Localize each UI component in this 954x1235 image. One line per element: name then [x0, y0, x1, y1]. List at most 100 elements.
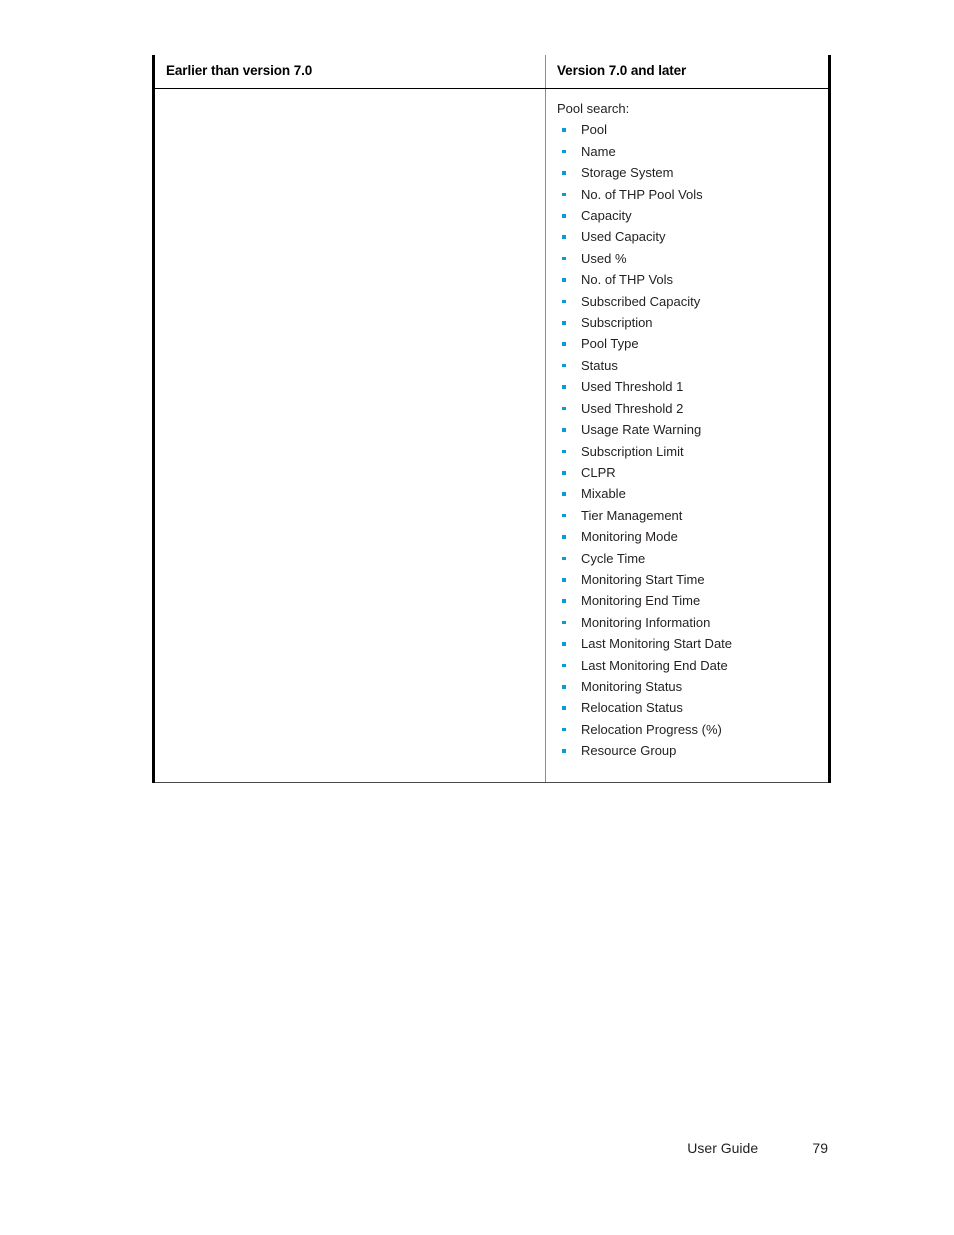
- bullet-icon: [562, 321, 566, 325]
- list-item: Capacity: [557, 205, 818, 226]
- list-item-label: Subscription: [581, 315, 653, 331]
- list-item: Usage Rate Warning: [557, 419, 818, 440]
- list-item: Monitoring Mode: [557, 526, 818, 547]
- pool-search-attribute-list: Pool Name Storage System No. of THP Pool Vo…: [557, 119, 818, 761]
- list-item-label: Used Capacity: [581, 229, 666, 245]
- list-item-label: Pool: [581, 122, 608, 138]
- list-item-label: Status: [581, 357, 618, 373]
- bullet-icon: [562, 599, 566, 603]
- list-item-label: Pool Type: [581, 336, 639, 352]
- bullet-icon: [562, 535, 566, 539]
- bullet-icon: [562, 577, 566, 582]
- list-item: No. of THP Pool Vols: [557, 184, 818, 205]
- list-item-label: Storage System: [581, 165, 674, 181]
- column-header-earlier-version: Earlier than version 7.0: [152, 55, 546, 89]
- bullet-icon: [562, 428, 566, 432]
- list-item-label: Capacity: [581, 208, 632, 224]
- bullet-icon: [562, 192, 566, 197]
- bullet-icon: [562, 642, 566, 646]
- list-item: Used Threshold 1: [557, 376, 818, 397]
- list-item-label: Used Threshold 2: [581, 400, 684, 416]
- list-item: Tier Management: [557, 505, 818, 526]
- list-item: Monitoring Information: [557, 612, 818, 633]
- list-item-label: Usage Rate Warning: [581, 422, 702, 438]
- list-item: Last Monitoring End Date: [557, 655, 818, 676]
- table-row: Pool search: Pool Name Storage System No. o…: [152, 88, 831, 783]
- list-item-label: Relocation Status: [581, 700, 683, 716]
- list-item-label: CLPR: [581, 464, 616, 480]
- page-footer: User Guide 79: [0, 1140, 828, 1156]
- list-item-label: Mixable: [581, 486, 626, 502]
- list-item: Last Monitoring Start Date: [557, 633, 818, 654]
- list-item: Pool: [557, 119, 818, 140]
- bullet-icon: [562, 385, 566, 389]
- list-item-label: Monitoring Mode: [581, 529, 678, 545]
- cell-version-7-content: Pool search: Pool Name Storage System No. o…: [546, 89, 828, 776]
- bullet-icon: [562, 513, 566, 518]
- bullet-icon: [562, 363, 566, 368]
- bullet-icon: [562, 214, 566, 218]
- table-header: Earlier than version 7.0 Version 7.0 and…: [152, 55, 831, 89]
- list-item-label: Tier Management: [581, 507, 683, 523]
- list-item-label: Relocation Progress (%): [581, 721, 722, 737]
- bullet-icon: [562, 171, 566, 175]
- bullet-icon: [562, 342, 566, 347]
- list-item: Subscription Limit: [557, 441, 818, 462]
- footer-page-number: 79: [812, 1140, 828, 1156]
- table-body: Pool search: Pool Name Storage System No. o…: [152, 88, 831, 783]
- pool-search-label: Pool search:: [557, 101, 630, 116]
- list-item: Status: [557, 355, 818, 376]
- bullet-icon: [562, 406, 566, 411]
- list-item-label: Monitoring End Time: [581, 593, 701, 609]
- list-item-label: Monitoring Information: [581, 614, 711, 630]
- list-item: Used Capacity: [557, 226, 818, 247]
- list-item-label: Used Threshold 1: [581, 379, 684, 395]
- bullet-icon: [562, 706, 566, 710]
- column-header-version-7-and-later: Version 7.0 and later: [545, 55, 831, 89]
- list-item: Name: [557, 141, 818, 162]
- list-item: Monitoring End Time: [557, 590, 818, 611]
- list-item: Pool Type: [557, 333, 818, 354]
- list-item: Relocation Progress (%): [557, 719, 818, 740]
- list-item: CLPR: [557, 462, 818, 483]
- list-item: Relocation Status: [557, 697, 818, 718]
- bullet-icon: [562, 128, 566, 132]
- list-item: Resource Group: [557, 740, 818, 761]
- list-item-label: Subscribed Capacity: [581, 293, 701, 309]
- footer-guide-label: User Guide: [687, 1140, 759, 1156]
- bullet-icon: [562, 620, 566, 625]
- bullet-icon: [562, 684, 566, 689]
- list-item-label: Resource Group: [581, 743, 677, 759]
- list-item-label: Subscription Limit: [581, 443, 684, 459]
- bullet-icon: [562, 235, 566, 240]
- list-item-label: Last Monitoring End Date: [581, 657, 728, 673]
- list-item-label: No. of THP Pool Vols: [581, 186, 703, 202]
- table-header-row: Earlier than version 7.0 Version 7.0 and…: [152, 55, 831, 89]
- bullet-icon: [562, 278, 566, 282]
- list-item: Monitoring Start Time: [557, 569, 818, 590]
- list-item: Monitoring Status: [557, 676, 818, 697]
- cell-version-7-and-later: Pool search: Pool Name Storage System No. o…: [545, 88, 831, 783]
- bullet-icon: [562, 256, 566, 261]
- cell-earlier-version: [152, 88, 546, 783]
- document-page: Earlier than version 7.0 Version 7.0 and…: [0, 0, 954, 1235]
- list-item: Storage System: [557, 162, 818, 183]
- bullet-icon: [562, 556, 566, 561]
- bullet-icon: [562, 749, 566, 753]
- bullet-icon: [562, 449, 566, 454]
- bullet-icon: [562, 727, 566, 732]
- list-item-label: Name: [581, 143, 616, 159]
- list-item: Mixable: [557, 483, 818, 504]
- list-item-label: No. of THP Vols: [581, 272, 674, 288]
- list-item-label: Monitoring Status: [581, 678, 683, 694]
- list-item: Subscribed Capacity: [557, 291, 818, 312]
- bullet-icon: [562, 470, 566, 475]
- bullet-icon: [562, 663, 566, 668]
- cell-earlier-version-content: [155, 89, 545, 782]
- bullet-icon: [562, 149, 566, 154]
- list-item: Cycle Time: [557, 548, 818, 569]
- list-item-label: Monitoring Start Time: [581, 571, 705, 587]
- list-item: Used %: [557, 248, 818, 269]
- version-comparison-table: Earlier than version 7.0 Version 7.0 and…: [152, 55, 831, 783]
- list-item-label: Cycle Time: [581, 550, 646, 566]
